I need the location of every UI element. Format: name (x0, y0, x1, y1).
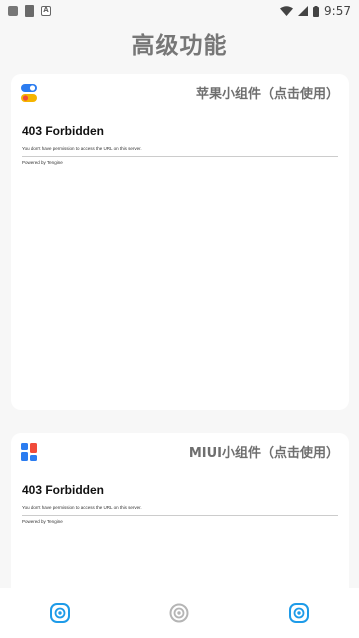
grid-widget-icon (21, 443, 37, 461)
nav-tab-1[interactable] (40, 593, 80, 633)
server-footer: Powered by Tengine (22, 160, 63, 165)
error-message: You don't have permission to access the … (22, 146, 142, 151)
divider (22, 156, 338, 157)
notification-document-icon (25, 5, 34, 17)
clock: 9:57 (324, 4, 351, 18)
card-header[interactable]: MIUI小组件（点击使用） (11, 433, 349, 469)
divider (22, 515, 338, 516)
apple-widget-card[interactable]: 苹果小组件（点击使用） 403 Forbidden You don't have… (11, 74, 349, 410)
error-heading: 403 Forbidden (22, 483, 105, 497)
error-heading: 403 Forbidden (22, 124, 105, 138)
card-title: MIUI小组件（点击使用） (188, 446, 339, 461)
nav-tab-3[interactable] (279, 593, 319, 633)
wifi-icon (280, 6, 294, 16)
error-message: You don't have permission to access the … (22, 505, 142, 510)
battery-icon (313, 5, 320, 17)
bottom-navigation (0, 588, 359, 638)
server-footer: Powered by Tengine (22, 519, 63, 524)
notification-a-icon: A (41, 6, 51, 16)
notification-square-icon (8, 6, 18, 16)
nav-tab-2[interactable] (159, 593, 199, 633)
webview-content: 403 Forbidden You don't have permission … (11, 110, 349, 165)
notification-icons: A (8, 5, 51, 17)
card-title: 苹果小组件（点击使用） (195, 87, 339, 102)
signal-icon (298, 6, 309, 16)
miui-widget-card[interactable]: MIUI小组件（点击使用） 403 Forbidden You don't ha… (11, 433, 349, 603)
target-icon (49, 603, 70, 623)
card-header[interactable]: 苹果小组件（点击使用） (11, 74, 349, 110)
webview-content: 403 Forbidden You don't have permission … (11, 469, 349, 524)
toggle-widget-icon (21, 84, 37, 102)
target-icon (289, 603, 310, 623)
system-icons: 9:57 (280, 4, 351, 18)
target-icon (169, 603, 189, 623)
page-title: 高级功能 (131, 33, 228, 59)
status-bar: A 9:57 (0, 0, 359, 22)
